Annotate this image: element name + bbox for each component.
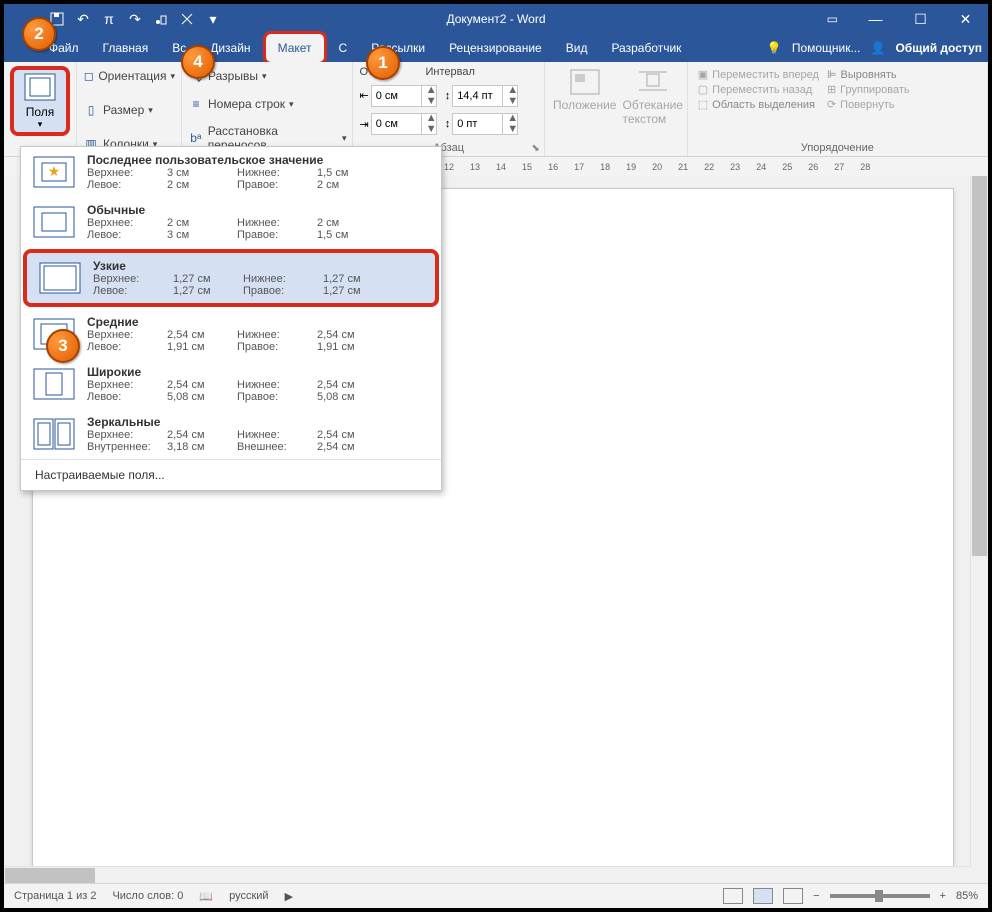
bring-forward-icon: ▣ <box>698 68 708 81</box>
spacing-label: Интервал <box>425 66 473 78</box>
share-button[interactable]: Общий доступ <box>895 41 982 55</box>
align-button[interactable]: ⊫Выровнять <box>827 68 910 81</box>
margins-wide[interactable]: Широкие Верхнее:2,54 смНижнее:2,54 см Ле… <box>21 359 441 409</box>
tab-review[interactable]: Рецензирование <box>437 34 554 62</box>
margins-moderate[interactable]: Средние Верхнее:2,54 смНижнее:2,54 см Ле… <box>21 309 441 359</box>
callout-4: 4 <box>181 45 215 79</box>
status-bar: Страница 1 из 2 Число слов: 0 📖 русский … <box>4 883 988 908</box>
zoom-slider[interactable] <box>830 894 930 898</box>
rotate-button: ⟳Повернуть <box>827 98 910 111</box>
window-title: Документ2 - Word <box>446 12 545 26</box>
zoom-in-button[interactable]: + <box>940 890 946 902</box>
indent-left-input[interactable]: 0 см▲▼ <box>371 85 437 107</box>
spacing-before-icon: ↕ <box>445 90 451 102</box>
margins-wide-icon <box>31 365 77 403</box>
ribbon-options-icon[interactable]: ▭ <box>827 12 838 26</box>
tab-layout[interactable]: Макет <box>263 31 327 65</box>
tab-developer[interactable]: Разработчик <box>599 34 693 62</box>
send-backward-button: ▢Переместить назад <box>698 83 819 96</box>
margins-mirrored-icon <box>31 415 77 453</box>
language-indicator[interactable]: русский <box>229 890 268 902</box>
orientation-icon: ◻ <box>83 68 94 84</box>
spacing-after-input[interactable]: 0 пт▲▼ <box>452 113 518 135</box>
tab-home[interactable]: Главная <box>91 34 161 62</box>
selection-pane-button[interactable]: ⬚Область выделения <box>698 98 819 111</box>
page-indicator[interactable]: Страница 1 из 2 <box>14 890 96 902</box>
lightbulb-icon: 💡 <box>767 41 782 55</box>
maximize-button[interactable]: ☐ <box>898 4 943 34</box>
margins-narrow[interactable]: Узкие Верхнее:1,27 смНижнее:1,27 см Лево… <box>23 249 439 307</box>
redo-icon[interactable]: ↷ <box>127 11 143 27</box>
horizontal-scrollbar[interactable] <box>4 866 971 884</box>
custom-margins-button[interactable]: Настраиваемые поля... <box>21 459 441 490</box>
margins-button[interactable]: Поля ▾ <box>10 66 70 136</box>
rotate-icon: ⟳ <box>827 98 836 111</box>
arrange-group-label: Упорядочение <box>694 142 981 154</box>
tab-references[interactable]: С <box>327 34 360 62</box>
margins-mirrored[interactable]: Зеркальные Верхнее:2,54 смНижнее:2,54 см… <box>21 409 441 459</box>
word-count[interactable]: Число слов: 0 <box>112 890 183 902</box>
spacing-before-input[interactable]: 14,4 пт▲▼ <box>452 85 518 107</box>
send-backward-icon: ▢ <box>698 83 708 96</box>
line-numbers-button[interactable]: ≡Номера строк▾ <box>188 94 346 114</box>
spellcheck-icon[interactable]: 📖 <box>199 890 213 903</box>
web-layout-button[interactable] <box>783 888 803 904</box>
paragraph-launcher-icon[interactable]: ⬊ <box>531 143 539 154</box>
margins-normal-icon <box>31 203 77 241</box>
bring-forward-button: ▣Переместить вперед <box>698 68 819 81</box>
wrap-text-button: Обтекание текстом <box>619 66 687 154</box>
callout-2: 2 <box>22 17 56 51</box>
margins-label: Поля <box>18 105 62 119</box>
callout-1: 1 <box>366 46 400 80</box>
margins-custom-icon: ★ <box>31 153 77 191</box>
align-icon: ⊫ <box>827 68 837 81</box>
read-mode-button[interactable] <box>723 888 743 904</box>
vertical-scrollbar[interactable] <box>970 176 988 884</box>
pin-icon[interactable] <box>179 11 195 27</box>
callout-3: 3 <box>46 329 80 363</box>
tab-view[interactable]: Вид <box>554 34 600 62</box>
margins-narrow-icon <box>37 259 83 297</box>
group-button: ⊞Группировать <box>827 83 910 96</box>
qat-dropdown-icon[interactable]: ▾ <box>205 11 221 27</box>
size-icon: ▯ <box>83 102 99 118</box>
margins-dropdown: ★ Последнее пользовательское значение Ве… <box>20 146 442 491</box>
group-icon: ⊞ <box>827 83 836 96</box>
zoom-out-button[interactable]: − <box>813 890 819 902</box>
spacing-after-icon: ↕ <box>445 118 451 130</box>
indent-right-input[interactable]: 0 см▲▼ <box>371 113 437 135</box>
macro-icon[interactable]: ▶ <box>285 890 293 903</box>
minimize-button[interactable]: — <box>853 4 898 34</box>
zoom-level[interactable]: 85% <box>956 890 978 902</box>
hyphenation-icon: bᵃ <box>188 130 204 146</box>
indent-right-icon: ⇥ <box>359 118 368 131</box>
indent-left-icon: ⇤ <box>359 89 368 102</box>
svg-text:★: ★ <box>48 163 61 179</box>
orientation-button[interactable]: ◻Ориентация▾ <box>83 66 175 86</box>
ribbon: Поля ▾ ◻Ориентация▾ ▯Размер▾ ▥Колонки▾ ⤵… <box>4 62 988 157</box>
tell-me[interactable]: Помощник... <box>792 41 861 55</box>
title-bar: ↶ π ↷ ▾ Документ2 - Word ▭ — ☐ ✕ <box>4 4 988 34</box>
draw-icon[interactable] <box>153 11 169 27</box>
size-button[interactable]: ▯Размер▾ <box>83 100 175 120</box>
person-icon: 👤 <box>871 41 886 55</box>
undo-icon[interactable]: ↶ <box>75 11 91 27</box>
margins-normal[interactable]: Обычные Верхнее:2 смНижнее:2 см Левое:3 … <box>21 197 441 247</box>
selection-pane-icon: ⬚ <box>698 98 708 111</box>
position-button: Положение <box>551 66 619 154</box>
margins-last-custom[interactable]: ★ Последнее пользовательское значение Ве… <box>21 147 441 197</box>
ribbon-tabs: Файл Главная Вс Дизайн Макет С Рассылки … <box>4 34 988 62</box>
print-layout-button[interactable] <box>753 888 773 904</box>
line-numbers-icon: ≡ <box>188 96 204 112</box>
close-button[interactable]: ✕ <box>943 4 988 34</box>
pi-icon[interactable]: π <box>101 11 117 27</box>
